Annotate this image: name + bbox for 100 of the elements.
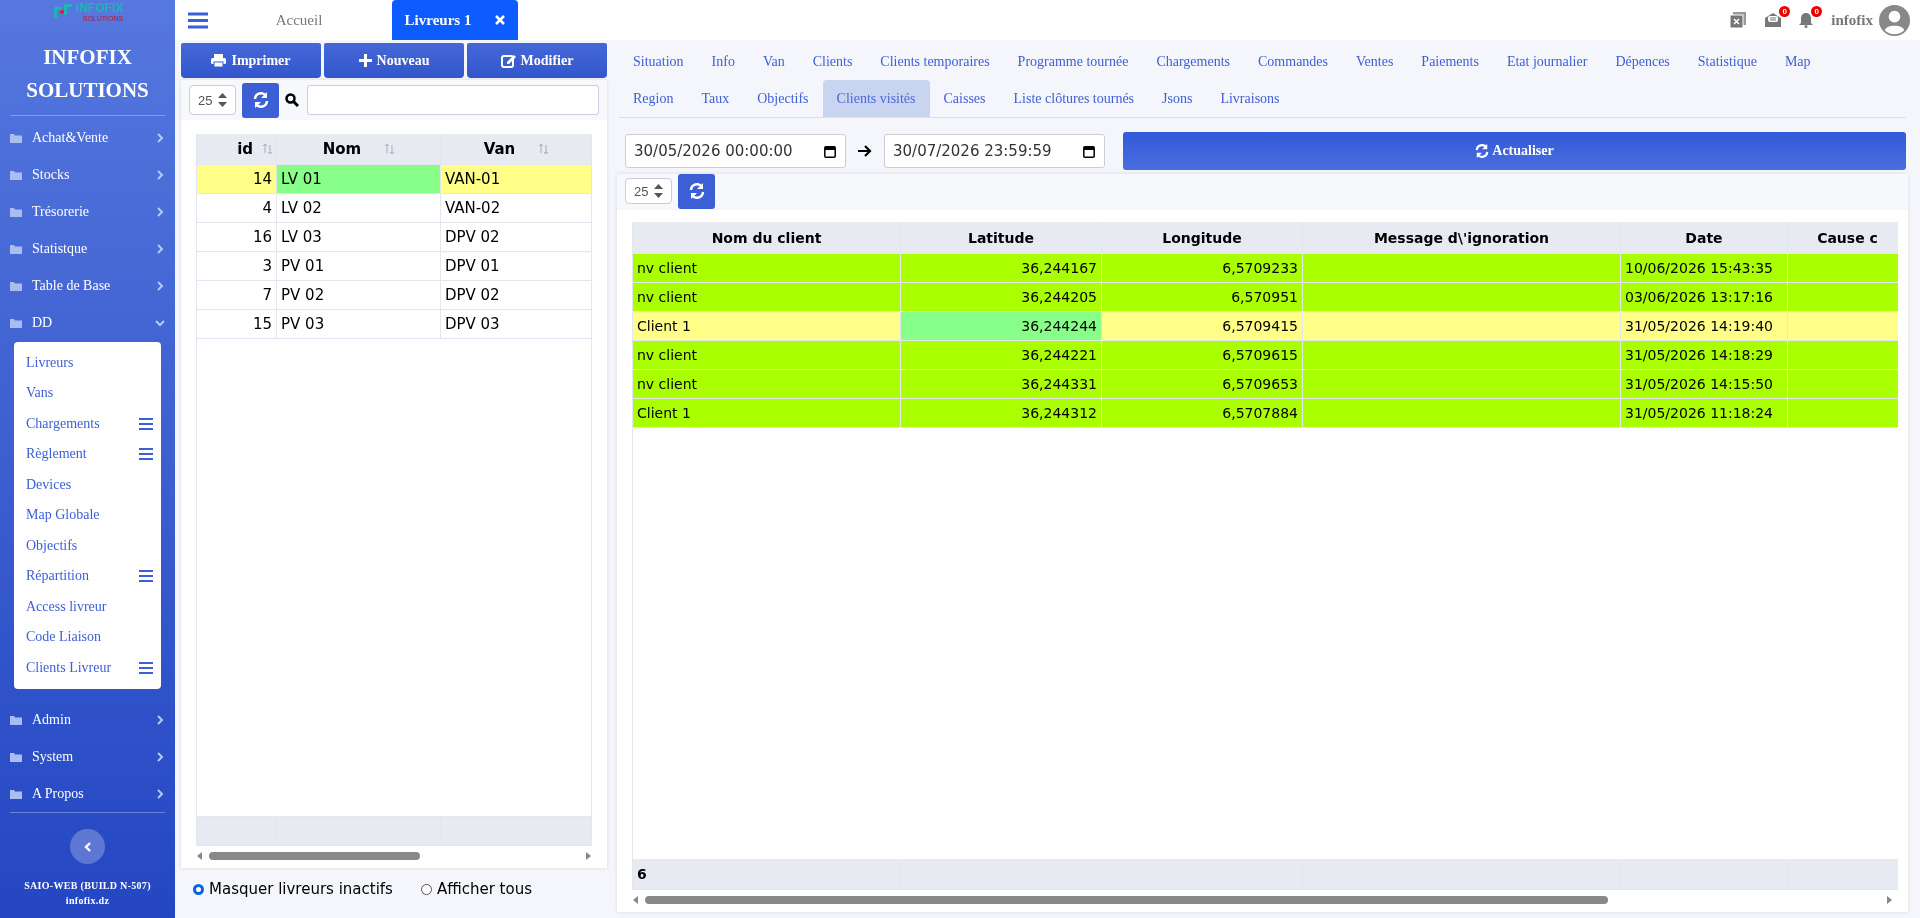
table-cell: 6,5709233 [1102, 254, 1303, 282]
tab[interactable]: Dépences [1601, 43, 1684, 80]
table-cell-text: DPV 01 [443, 256, 501, 277]
tab[interactable]: Liste clôtures tournés [999, 80, 1149, 117]
submenu-item[interactable]: Objectifs [26, 537, 78, 554]
submenu-item[interactable]: Chargements [26, 415, 100, 432]
refresh-button[interactable]: Actualiser [1123, 132, 1906, 170]
table-cell: LV 02 [277, 194, 441, 222]
table-cell: PV 02 [277, 281, 441, 309]
table-cell-text: DPV 02 [443, 285, 501, 306]
tab[interactable]: Livraisons [1206, 80, 1294, 117]
row-count: 6 [637, 866, 647, 882]
radio-option[interactable]: Masquer livreurs inactifs [193, 880, 393, 898]
table-cell-text: DPV 03 [443, 314, 501, 335]
tab[interactable]: Jsons [1148, 80, 1207, 117]
sidebar-item[interactable]: A Propos [0, 775, 175, 812]
sidebar-item[interactable]: Statistque [0, 230, 175, 268]
tab[interactable]: Taux [687, 80, 744, 117]
table-cell: LV 01 [277, 165, 441, 193]
sidebar-item-label: Statistque [32, 241, 89, 257]
submenu-item[interactable]: Access livreur [26, 598, 107, 615]
radio-option[interactable]: Afficher tous [420, 880, 532, 898]
sidebar-item[interactable]: Table de Base [0, 267, 175, 305]
tab[interactable]: Clients [798, 43, 867, 80]
table-cell: 6,5709415 [1102, 312, 1303, 340]
sidebar-item[interactable]: Stocks [0, 156, 175, 194]
tab[interactable]: Statistique [1683, 43, 1771, 80]
tab[interactable]: Objectifs [743, 80, 823, 117]
print-button[interactable]: Imprimer [181, 43, 321, 78]
table-cell: 36,244331 [901, 370, 1102, 398]
table-cell: 36,244244 [901, 312, 1102, 340]
logo-text: INFOFIX [75, 0, 124, 15]
submenu-item[interactable]: Règlement [26, 446, 87, 463]
table-cell: nv client [633, 341, 901, 369]
date-field[interactable]: 30/05/2026 00:00:00 [625, 134, 846, 168]
sidebar-item[interactable]: Trésorerie [0, 193, 175, 231]
page-tab[interactable]: Accueil [236, 0, 362, 40]
tab[interactable]: Caisses [929, 80, 1000, 117]
submenu-item[interactable]: Code Liaison [26, 629, 102, 646]
submenu-item[interactable]: Map Globale [26, 507, 100, 524]
new-button[interactable]: Nouveau [324, 43, 464, 78]
user-name[interactable]: infofix [1831, 11, 1873, 29]
submenu-item[interactable]: Répartition [26, 568, 89, 585]
table-cell: 36,244205 [901, 283, 1102, 311]
table-cell-text: DPV 02 [443, 227, 501, 248]
brand-title: SOLUTIONS [25, 76, 150, 104]
table-cell: 7 [197, 281, 278, 309]
date-field[interactable]: 30/07/2026 23:59:59 [884, 134, 1105, 168]
sidebar-item-label: System [32, 748, 75, 765]
tab[interactable]: Etat journalier [1492, 43, 1602, 80]
sidebar-item-label: DD [32, 315, 54, 331]
tab[interactable]: Commandes [1244, 43, 1343, 80]
column-header[interactable]: Nom du client [633, 222, 901, 253]
edit-button[interactable]: Modifier [467, 43, 607, 78]
website-link[interactable]: infofix.dz [65, 893, 110, 908]
tab[interactable]: Van [748, 43, 799, 80]
page-size-field[interactable]: 25 [189, 85, 237, 115]
page-size-field[interactable]: 25 [625, 178, 673, 204]
tab[interactable]: Map [1770, 43, 1825, 80]
column-header[interactable]: Longitude [1102, 222, 1303, 253]
tab[interactable]: Situation [619, 43, 698, 80]
tab[interactable]: Clients visités [822, 80, 930, 117]
column-header[interactable]: Date [1621, 222, 1788, 253]
sidebar-item-label: Trésorerie [32, 204, 91, 220]
submenu-item[interactable]: Vans [26, 385, 54, 402]
notification-badge: 0 [1779, 6, 1791, 17]
column-header[interactable]: id [197, 134, 278, 164]
table-cell: nv client [633, 370, 901, 398]
column-header[interactable]: Message d\'ignoration [1303, 222, 1621, 253]
sidebar-item-label: Table de Base [32, 278, 112, 294]
tab[interactable]: Chargements [1142, 43, 1245, 80]
table-cell: 31/05/2026 14:19:40 [1621, 312, 1788, 340]
table-cell: 31/05/2026 14:18:29 [1621, 341, 1788, 369]
column-header[interactable]: Nom [277, 134, 441, 164]
sidebar-item-label: Achat&Vente [32, 130, 110, 146]
table-cell: 6,5709615 [1102, 341, 1303, 369]
sidebar-item[interactable]: Admin [0, 701, 175, 738]
tab[interactable]: Clients temporaires [866, 43, 1004, 80]
table-cell: 36,244221 [901, 341, 1102, 369]
page-tab[interactable]: Livreurs 1 [392, 0, 518, 40]
sidebar-item-label: Admin [32, 711, 72, 728]
sidebar-item[interactable]: System [0, 738, 175, 775]
tab[interactable]: Ventes [1342, 43, 1408, 80]
submenu-item[interactable]: Livreurs [26, 354, 74, 371]
table-cell: 4 [197, 194, 278, 222]
sidebar-item[interactable]: DD [0, 304, 175, 342]
build-version: SAIO-WEB (BUILD N-507) [24, 879, 151, 893]
column-header[interactable]: Latitude [901, 222, 1102, 253]
tab[interactable]: Info [697, 43, 749, 80]
table-cell: 6,5709653 [1102, 370, 1303, 398]
submenu-item[interactable]: Clients Livreur [26, 659, 112, 676]
sidebar-item[interactable]: Achat&Vente [0, 119, 175, 157]
table-cell: PV 01 [277, 252, 441, 280]
tab[interactable]: Paiements [1407, 43, 1493, 80]
table-cell: nv client [633, 283, 901, 311]
column-header[interactable]: Cause c [1788, 222, 1898, 253]
column-header[interactable]: Van [440, 134, 591, 164]
submenu-item[interactable]: Devices [26, 476, 72, 493]
tab[interactable]: Region [619, 80, 688, 117]
tab[interactable]: Programme tournée [1003, 43, 1143, 80]
